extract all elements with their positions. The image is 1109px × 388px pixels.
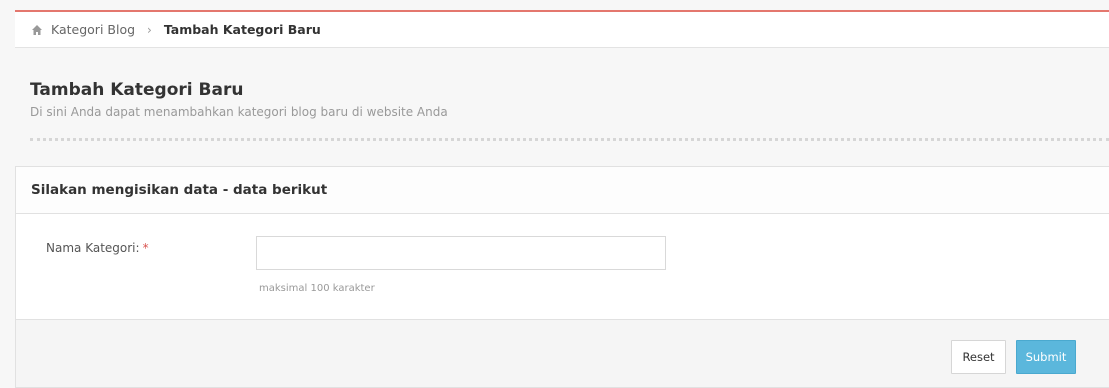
required-mark: * (142, 241, 149, 255)
breadcrumb: Kategori Blog › Tambah Kategori Baru (15, 10, 1109, 48)
submit-button[interactable]: Submit (1016, 340, 1076, 374)
page: Kategori Blog › Tambah Kategori Baru Tam… (0, 0, 1109, 388)
divider (30, 138, 1109, 141)
breadcrumb-current: Tambah Kategori Baru (163, 22, 321, 37)
page-title: Tambah Kategori Baru (30, 80, 244, 100)
category-name-help: maksimal 100 karakter (259, 283, 375, 294)
category-name-label-text: Nama Kategori: (46, 241, 140, 255)
breadcrumb-item-kategori-blog[interactable]: Kategori Blog (51, 22, 135, 37)
form-panel: Silakan mengisikan data - data berikut N… (15, 166, 1109, 388)
panel-footer: Reset Submit (16, 320, 1109, 387)
breadcrumb-separator: › (147, 22, 152, 37)
panel-title: Silakan mengisikan data - data berikut (16, 167, 1109, 214)
category-name-label: Nama Kategori: * (46, 241, 149, 255)
category-name-input[interactable] (256, 236, 666, 270)
reset-button[interactable]: Reset (951, 340, 1006, 374)
panel-body: Nama Kategori: * maksimal 100 karakter (16, 214, 1109, 320)
home-icon[interactable] (31, 24, 43, 36)
heading-area: Tambah Kategori Baru Di sini Anda dapat … (15, 58, 1109, 148)
page-subtitle: Di sini Anda dapat menambahkan kategori … (30, 105, 448, 119)
